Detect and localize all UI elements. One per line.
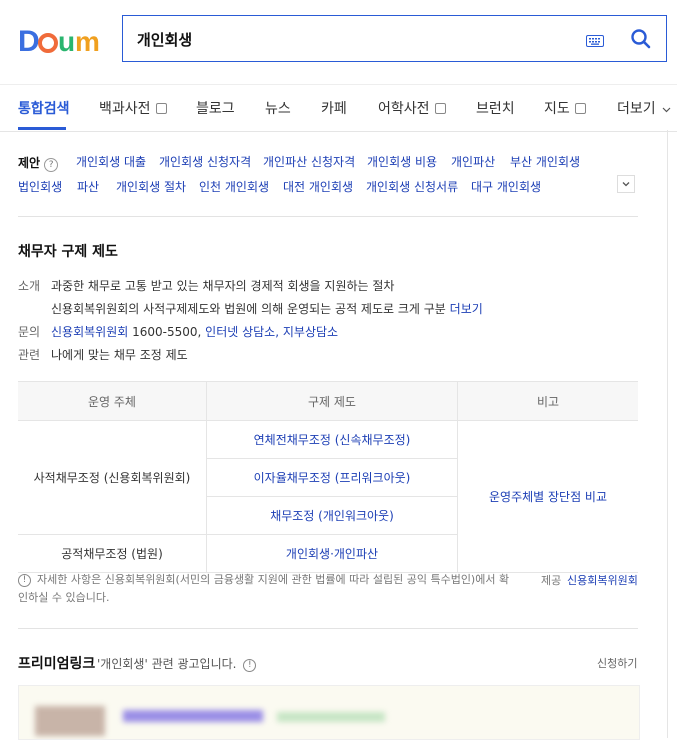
tab-integrated-search[interactable]: 통합검색 xyxy=(18,98,70,118)
premium-subtitle: '개인회생' 관련 광고입니다. ! xyxy=(97,655,262,672)
dictionary-icon xyxy=(155,103,167,114)
daum-logo[interactable]: D u m xyxy=(18,24,102,58)
search-input[interactable]: 개인회생 xyxy=(122,15,667,62)
tab-label: 더보기 xyxy=(617,101,656,117)
online-counsel-link[interactable]: 인터넷 상담소, xyxy=(205,325,279,339)
compare-link[interactable]: 운영주체별 장단점 비교 xyxy=(457,420,638,573)
suggest-item[interactable]: 법인회생 xyxy=(18,178,62,195)
map-icon xyxy=(574,103,586,114)
tab-label: 백과사전 xyxy=(99,101,151,117)
divider xyxy=(18,216,638,217)
branch-counsel-link[interactable]: 지부상담소 xyxy=(283,325,338,339)
apply-link[interactable]: 신청하기 xyxy=(597,655,637,671)
suggest-item[interactable]: 대구 개인회생 xyxy=(471,178,541,195)
more-link[interactable]: 더보기 xyxy=(450,302,483,316)
search-icon[interactable] xyxy=(630,28,652,54)
info-title: 채무자 구제 제도 xyxy=(18,244,118,260)
tab-brunch[interactable]: 브런치 xyxy=(476,98,515,118)
svg-text:D: D xyxy=(18,25,40,56)
suggest-item[interactable]: 대전 개인회생 xyxy=(283,178,353,195)
note-text: 자세한 사항은 신용회복위원회(서민의 금융생활 지원에 관한 법률에 따라 설… xyxy=(18,573,510,604)
intro-text: 과중한 채무로 고통 받고 있는 채무자의 경제적 회생을 지원하는 절차 xyxy=(51,279,395,293)
dictionary-icon xyxy=(434,103,446,114)
related-link[interactable]: 나에게 맞는 채무 조정 제도 xyxy=(51,346,188,363)
svg-text:u: u xyxy=(58,26,75,56)
ad-item[interactable] xyxy=(18,685,640,740)
suggest-item[interactable]: 개인회생 비용 xyxy=(367,153,437,170)
table-cell-link[interactable]: 개인회생·개인파산 xyxy=(206,534,458,573)
suggest-item[interactable]: 개인회생 신청서류 xyxy=(366,178,458,195)
table-cell-org: 사적채무조정 (신용회복위원회) xyxy=(18,420,207,535)
suggest-item[interactable]: 부산 개인회생 xyxy=(510,153,580,170)
ad-title xyxy=(123,710,263,722)
svg-text:m: m xyxy=(75,26,100,56)
suggest-item[interactable]: 개인회생 신청자격 xyxy=(159,153,251,170)
source-label: 제공 xyxy=(541,574,562,587)
suggest-item[interactable]: 개인파산 xyxy=(451,153,495,170)
source-link[interactable]: 신용회복위원회 xyxy=(567,572,638,588)
suggest-item[interactable]: 개인회생 대출 xyxy=(76,153,146,170)
info-note: ! 자세한 사항은 신용회복위원회(서민의 금융생활 지원에 관한 법률에 따라 … xyxy=(18,571,518,607)
table-cell-org: 공적채무조정 (법원) xyxy=(18,534,207,573)
tab-language-dictionary[interactable]: 어학사전 xyxy=(378,98,446,118)
search-tabs: 통합검색 백과사전 블로그 뉴스 카페 어학사전 브런치 지도 더보기 xyxy=(0,84,677,132)
suggest-title: 제안 xyxy=(18,156,41,170)
contact-org-link[interactable]: 신용회복위원회 xyxy=(51,325,128,339)
table-cell-link[interactable]: 이자율채무조정 (프리워크아웃) xyxy=(206,458,458,497)
contact-phone: 1600-5500, xyxy=(132,325,202,339)
chevron-down-icon xyxy=(622,182,630,187)
table-header: 운영 주체 xyxy=(18,381,207,421)
tab-label: 어학사전 xyxy=(378,101,430,117)
help-icon[interactable]: ? xyxy=(44,158,59,172)
tab-label: 지도 xyxy=(544,101,570,117)
premium-subtitle-text: '개인회생' 관련 광고입니다. xyxy=(97,657,237,671)
suggest-label: 제안? xyxy=(18,152,59,172)
column-divider xyxy=(667,130,668,738)
suggest-item[interactable]: 개인회생 절차 xyxy=(116,178,186,195)
tab-blog[interactable]: 블로그 xyxy=(196,98,235,118)
contact-row: 신용회복위원회 1600-5500, 인터넷 상담소, 지부상담소 xyxy=(51,323,338,340)
suggest-item[interactable]: 인천 개인회생 xyxy=(199,178,269,195)
table-header: 구제 제도 xyxy=(206,381,458,421)
divider xyxy=(18,628,638,629)
info-icon[interactable]: ! xyxy=(243,659,257,672)
expand-suggestions-button[interactable] xyxy=(617,175,635,193)
ad-thumbnail xyxy=(35,706,105,736)
tab-encyclopedia[interactable]: 백과사전 xyxy=(99,98,167,118)
premium-title: 프리미엄링크 xyxy=(18,656,96,672)
relief-table: 운영 주체 구제 제도 비고 사적채무조정 (신용회복위원회) 연체전채무조정 … xyxy=(18,381,638,573)
tab-cafe[interactable]: 카페 xyxy=(321,98,347,118)
intro-text-2: 신용회복위원회의 사적구제제도와 법원에 의해 운영되는 공적 제도로 크게 구… xyxy=(51,300,483,317)
tab-news[interactable]: 뉴스 xyxy=(265,98,291,118)
table-header: 비고 xyxy=(457,381,638,421)
contact-label: 문의 xyxy=(18,325,41,339)
related-label: 관련 xyxy=(18,348,41,362)
keyboard-icon[interactable] xyxy=(586,32,604,51)
tab-map[interactable]: 지도 xyxy=(544,98,586,118)
table-cell-link[interactable]: 연체전채무조정 (신속채무조정) xyxy=(206,420,458,459)
intro-label: 소개 xyxy=(18,279,41,293)
search-query[interactable]: 개인회생 xyxy=(137,29,192,50)
table-cell-link[interactable]: 채무조정 (개인워크아웃) xyxy=(206,496,458,535)
suggest-item[interactable]: 개인파산 신청자격 xyxy=(263,153,355,170)
active-tab-indicator xyxy=(18,127,66,130)
ad-url xyxy=(277,712,385,722)
tab-more[interactable]: 더보기 xyxy=(617,98,671,118)
chevron-down-icon xyxy=(662,101,671,117)
intro-text-line: 신용회복위원회의 사적구제제도와 법원에 의해 운영되는 공적 제도로 크게 구… xyxy=(51,302,446,316)
suggest-item[interactable]: 파산 xyxy=(77,178,99,195)
info-icon: ! xyxy=(18,574,31,587)
